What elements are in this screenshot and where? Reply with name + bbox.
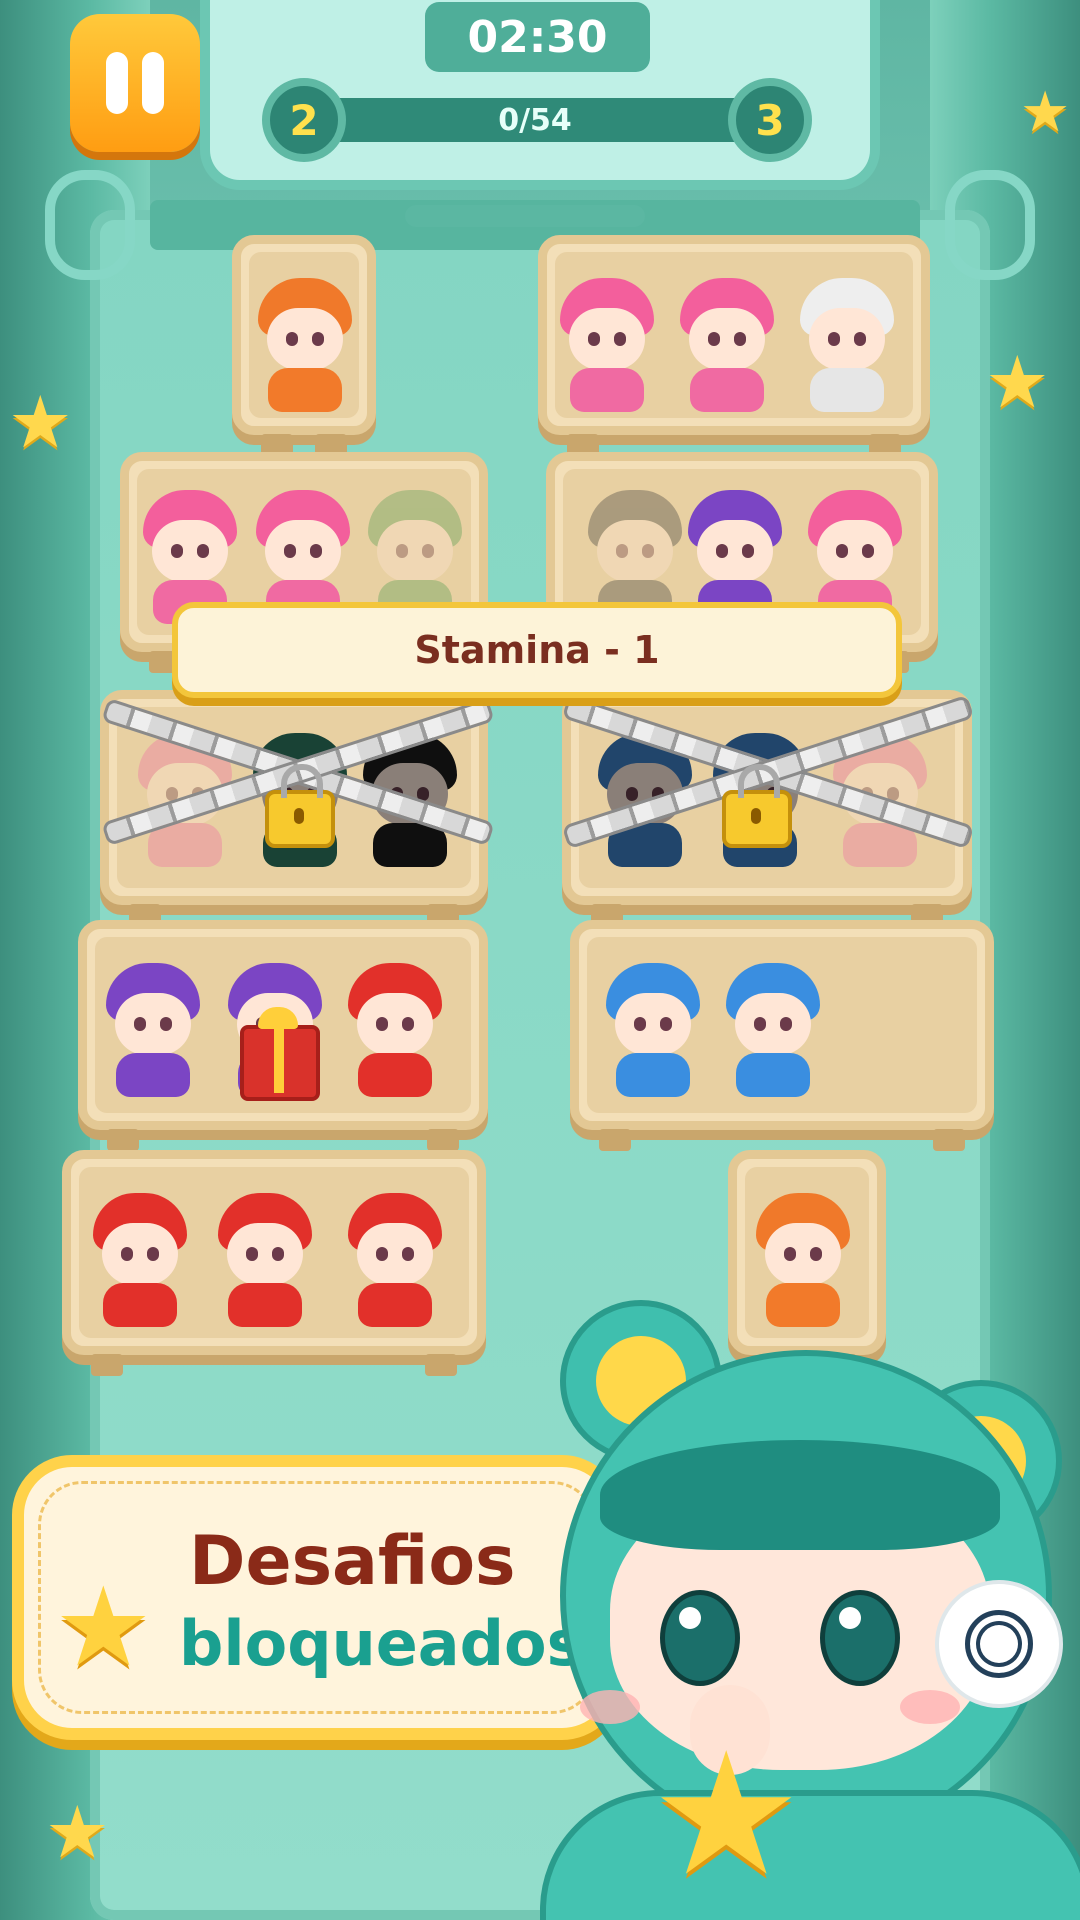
pause-icon [106, 52, 128, 114]
star-icon: ★ [985, 340, 1050, 424]
doll-white-glasses[interactable] [792, 270, 902, 415]
mascot-hair [600, 1440, 1000, 1550]
star-icon: ★ [45, 1790, 110, 1874]
star-icon: ★ [1020, 80, 1071, 145]
doll-pink[interactable] [552, 270, 662, 415]
progress-bar: 0/54 [300, 98, 770, 142]
doll-pink[interactable] [672, 270, 782, 415]
mascot-cheek [900, 1690, 960, 1724]
gift-box-icon[interactable] [240, 1007, 320, 1101]
doll-red[interactable] [210, 1185, 320, 1330]
scribble-thought-icon [965, 1610, 1033, 1678]
next-level-badge: 3 [728, 78, 812, 162]
star-icon: ★ [650, 1716, 803, 1914]
right-handle [945, 170, 1035, 280]
game-screen: ★ ★ ★ ★ ★ 02:30 0/54 2 3 [0, 0, 1080, 1920]
doll-orange-hat[interactable] [250, 270, 360, 415]
mascot-eye [820, 1590, 900, 1686]
doll-red[interactable] [85, 1185, 195, 1330]
doll-blue[interactable] [598, 955, 708, 1100]
doll-purple[interactable] [98, 955, 208, 1100]
current-level-badge: 2 [262, 78, 346, 162]
banner-subtitle: bloqueados [179, 1607, 584, 1680]
mascot-character: ★ [540, 1290, 1080, 1920]
stamina-toast: Stamina - 1 [172, 602, 902, 698]
timer: 02:30 [425, 2, 650, 72]
doll-red[interactable] [340, 1185, 450, 1330]
padlock-icon [265, 764, 335, 848]
doll-red[interactable] [340, 955, 450, 1100]
banner-title: Desafios [189, 1522, 516, 1601]
locked-challenges-banner: ★ Desafios bloqueados [12, 1455, 622, 1740]
star-icon: ★ [8, 380, 73, 464]
padlock-icon [722, 764, 792, 848]
star-icon: ★ [54, 1563, 153, 1691]
doll-blue[interactable] [718, 955, 828, 1100]
left-handle [45, 170, 135, 280]
thought-bubble [935, 1580, 1063, 1708]
mascot-eye [660, 1590, 740, 1686]
hud-slot [405, 205, 645, 227]
mascot-body [540, 1790, 1080, 1920]
pause-button[interactable] [70, 14, 200, 152]
progress-text: 0/54 [498, 102, 572, 138]
mascot-cheek [580, 1690, 640, 1724]
pause-icon [142, 52, 164, 114]
